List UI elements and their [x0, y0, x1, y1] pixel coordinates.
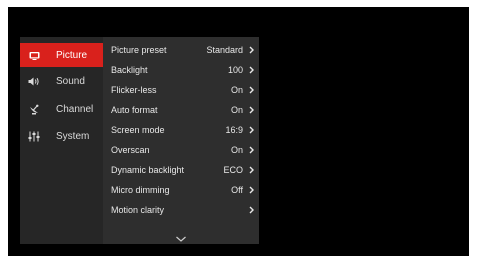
menu-row-value: 100	[227, 65, 243, 75]
chevron-right-icon	[246, 186, 259, 194]
chevron-right-icon	[246, 66, 259, 74]
chevron-right-icon	[246, 206, 259, 214]
chevron-right-icon	[246, 126, 259, 134]
menu-row-label: Flicker-less	[111, 85, 157, 95]
sidebar-item-sound[interactable]: Sound	[20, 69, 103, 93]
menu-row-value: On	[230, 145, 243, 155]
chevron-down-icon[interactable]	[175, 230, 187, 242]
menu-row-dynamic-backlight[interactable]: Dynamic backlight ECO	[103, 160, 259, 180]
menu-row-auto-format[interactable]: Auto format On	[103, 100, 259, 120]
menu-row-label: Picture preset	[111, 45, 167, 55]
sidebar-item-picture[interactable]: Picture	[20, 43, 103, 67]
menu-row-picture-preset[interactable]: Picture preset Standard	[103, 40, 259, 60]
menu-row-value: Standard	[206, 45, 243, 55]
sidebar-item-label: Sound	[56, 75, 85, 87]
sliders-icon	[20, 131, 48, 142]
menu-row-label: Backlight	[111, 65, 148, 75]
picture-settings-menu: Picture preset Standard Backlight 100 Fl…	[103, 37, 259, 244]
settings-sidebar: Picture Sound Channel System	[20, 37, 103, 244]
menu-row-motion-clarity[interactable]: Motion clarity	[103, 200, 259, 220]
menu-row-value: On	[230, 105, 243, 115]
sidebar-item-label: Channel	[56, 103, 94, 115]
sidebar-item-channel[interactable]: Channel	[20, 97, 103, 121]
menu-row-overscan[interactable]: Overscan On	[103, 140, 259, 160]
menu-row-label: Overscan	[111, 145, 150, 155]
menu-row-value: On	[230, 85, 243, 95]
chevron-right-icon	[246, 86, 259, 94]
speaker-icon	[20, 77, 48, 86]
sidebar-item-label: Picture	[56, 49, 88, 61]
menu-row-label: Screen mode	[111, 125, 165, 135]
menu-row-micro-dimming[interactable]: Micro dimming Off	[103, 180, 259, 200]
sidebar-item-system[interactable]: System	[20, 124, 103, 148]
menu-row-label: Micro dimming	[111, 185, 170, 195]
menu-row-value: 16:9	[225, 125, 243, 135]
chevron-right-icon	[246, 146, 259, 154]
menu-row-value: ECO	[223, 165, 243, 175]
menu-row-screen-mode[interactable]: Screen mode 16:9	[103, 120, 259, 140]
chevron-right-icon	[246, 46, 259, 54]
menu-row-flicker-less[interactable]: Flicker-less On	[103, 80, 259, 100]
settings-osd: Picture Sound Channel System Picture pre…	[20, 37, 259, 244]
menu-row-label: Motion clarity	[111, 205, 165, 215]
chevron-right-icon	[246, 166, 259, 174]
tv-screen: Picture Sound Channel System Picture pre…	[8, 7, 469, 256]
chevron-right-icon	[246, 106, 259, 114]
menu-row-backlight[interactable]: Backlight 100	[103, 60, 259, 80]
menu-row-label: Dynamic backlight	[111, 165, 185, 175]
satellite-dish-icon	[20, 104, 48, 115]
picture-icon	[20, 51, 48, 60]
sidebar-item-label: System	[56, 130, 90, 142]
menu-row-value: Off	[231, 185, 243, 195]
menu-row-label: Auto format	[111, 105, 158, 115]
